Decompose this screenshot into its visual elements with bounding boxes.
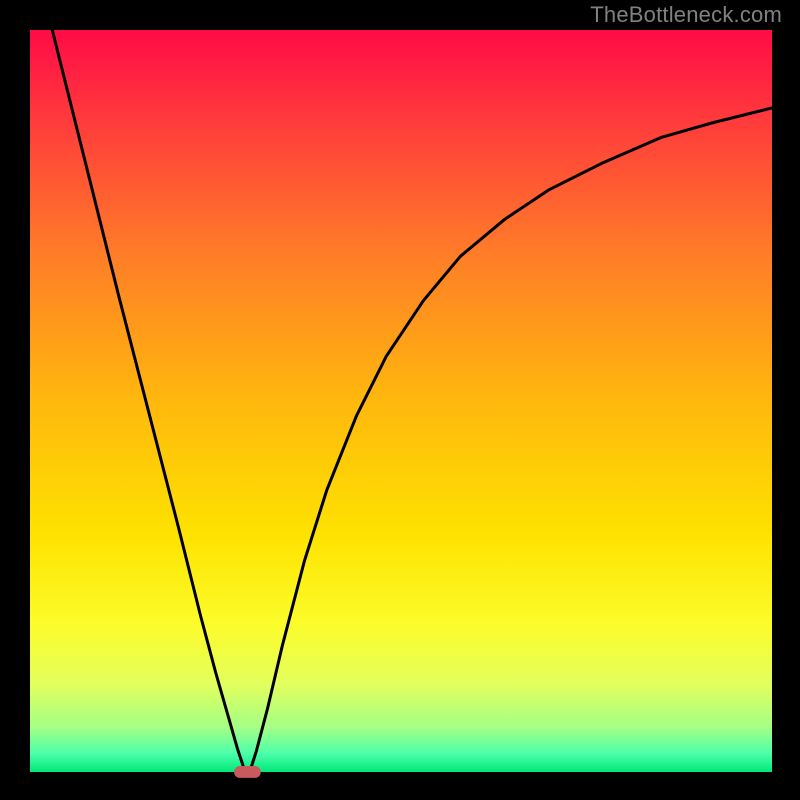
- gradient-chart: [0, 0, 800, 800]
- plot-background: [30, 30, 772, 772]
- chart-frame: { "watermark": "TheBottleneck.com", "cha…: [0, 0, 800, 800]
- minimum-marker: [234, 766, 261, 778]
- markers-group: [234, 766, 261, 778]
- watermark-text: TheBottleneck.com: [590, 2, 782, 28]
